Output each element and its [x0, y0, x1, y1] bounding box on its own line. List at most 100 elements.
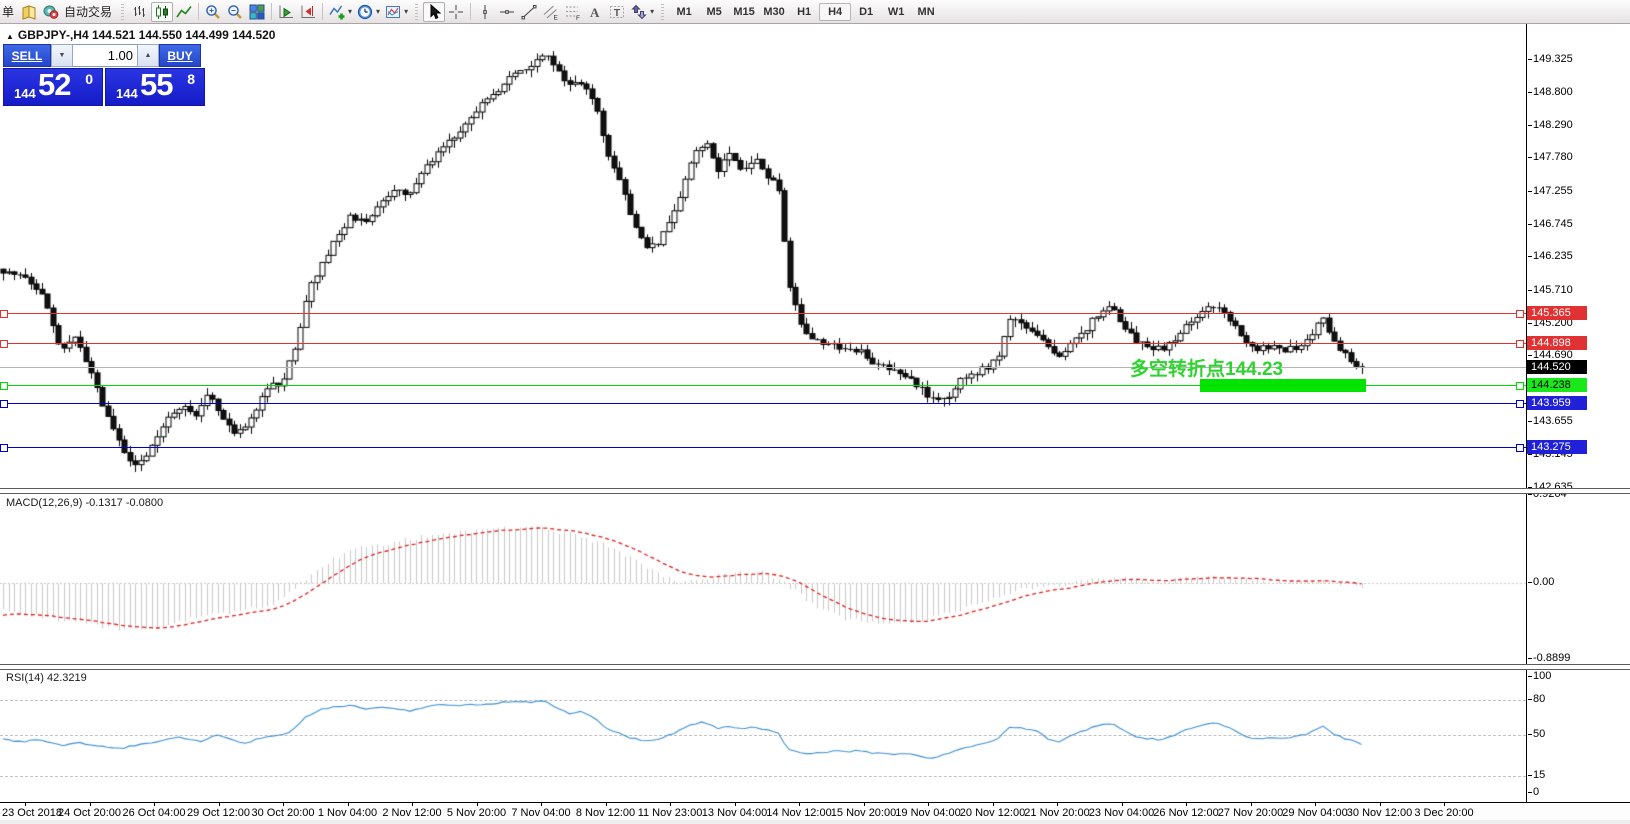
trendline-icon[interactable] [518, 2, 540, 22]
horizontal-line-icon[interactable] [496, 2, 518, 22]
zoom-in-icon[interactable] [202, 2, 224, 22]
time-axis: 23 Oct 201824 Oct 20:0026 Oct 04:0029 Oc… [0, 803, 1630, 824]
chart-shift-icon[interactable] [297, 2, 319, 22]
hline-object-144.898[interactable] [0, 343, 1526, 344]
hline-handle-right[interactable] [1516, 444, 1524, 452]
time-tick [90, 803, 91, 806]
time-label: 30 Nov 12:00 [1347, 807, 1412, 819]
hline-object-144.238[interactable] [0, 385, 1526, 386]
rsi-tick-label: 100 [1533, 670, 1551, 682]
time-label: 19 Nov 04:00 [895, 807, 960, 819]
bar-chart-icon[interactable] [129, 2, 151, 22]
current-price-line-144.520[interactable] [0, 367, 1526, 368]
sell-price-pip: 0 [85, 71, 93, 87]
hline-object-143.275[interactable] [0, 447, 1526, 448]
rsi-tick-label: 80 [1533, 693, 1545, 705]
templates-dropdown-arrow[interactable]: ▾ [404, 7, 408, 16]
hline-handle-right[interactable] [1516, 310, 1524, 318]
turning-point-annotation[interactable]: 多空转折点144.23 [1130, 354, 1283, 381]
channel-icon[interactable]: E [540, 2, 562, 22]
fibonacci-icon[interactable]: F [562, 2, 584, 22]
time-label: 27 Nov 20:00 [1218, 807, 1283, 819]
macd-tick-label: -0.8899 [1533, 652, 1570, 664]
sell-price-display[interactable]: 144 52 0 [3, 68, 103, 106]
sell-button[interactable]: SELL [3, 44, 51, 67]
time-label: 23 Nov 04:00 [1089, 807, 1154, 819]
text-icon[interactable]: A [584, 2, 606, 22]
new-order-truncated-label[interactable]: 单 [2, 3, 14, 20]
svg-text:A: A [590, 4, 600, 19]
volume-input[interactable] [73, 44, 137, 67]
buy-price-big: 55 [140, 67, 172, 103]
timeframe-button-m15[interactable]: M15 [729, 3, 759, 21]
time-label: 8 Nov 12:00 [576, 807, 635, 819]
time-label: 2 Nov 12:00 [382, 807, 441, 819]
vertical-line-icon[interactable] [474, 2, 496, 22]
arrows-dropdown-arrow[interactable]: ▾ [650, 7, 654, 16]
hline-handle-right[interactable] [1516, 400, 1524, 408]
crosshair-icon[interactable] [445, 2, 467, 22]
toolbar-separator [470, 3, 471, 20]
price-chart-canvas[interactable] [0, 0, 1630, 824]
time-label: 26 Oct 04:00 [123, 807, 186, 819]
autotrade-label: 自动交易 [64, 3, 112, 20]
text-label-icon[interactable]: T [606, 2, 628, 22]
price-tag-145.365: 145.365 [1527, 306, 1587, 320]
svg-text:T: T [614, 7, 621, 19]
autotrade-icon [40, 2, 62, 22]
timeframe-button-m30[interactable]: M30 [759, 3, 789, 21]
hline-handle-right[interactable] [1516, 382, 1524, 390]
hline-object-143.959[interactable] [0, 403, 1526, 404]
time-tick [1251, 803, 1252, 806]
hline-handle-left[interactable] [0, 444, 8, 452]
cursor-icon[interactable] [423, 2, 445, 22]
zoom-out-icon[interactable] [224, 2, 246, 22]
price-tick-label: 148.800 [1533, 86, 1573, 98]
toolbar-grip[interactable] [661, 4, 664, 20]
candlestick-chart-icon[interactable] [151, 2, 173, 22]
time-tick [219, 803, 220, 806]
volume-increase-button[interactable]: ▲ [137, 44, 159, 67]
volume-decrease-button[interactable]: ▼ [51, 44, 73, 67]
timeframe-button-m1[interactable]: M1 [669, 3, 699, 21]
timeframe-button-w1[interactable]: W1 [881, 3, 911, 21]
indicators-dropdown-arrow[interactable]: ▾ [348, 7, 352, 16]
symbol-ohlc-label: ▲GBPJPY-,H4 144.521 144.550 144.499 144.… [6, 28, 275, 42]
time-label: 7 Nov 04:00 [511, 807, 570, 819]
timeframe-button-m5[interactable]: M5 [699, 3, 729, 21]
one-click-trading-panel: SELL ▼ ▲ BUY 144 52 0 144 55 8 [3, 44, 205, 106]
timeframe-button-mn[interactable]: MN [911, 3, 941, 21]
hline-handle-left[interactable] [0, 340, 8, 348]
hline-handle-left[interactable] [0, 310, 8, 318]
hline-handle-left[interactable] [0, 382, 8, 390]
macd-pane-splitter[interactable] [0, 488, 1630, 494]
symbol-direction-icon: ▲ [6, 32, 14, 41]
tile-windows-icon[interactable] [246, 2, 268, 22]
buy-price-display[interactable]: 144 55 8 [105, 68, 205, 106]
hline-handle-right[interactable] [1516, 340, 1524, 348]
timeframe-button-h4[interactable]: H4 [819, 3, 851, 21]
indicators-icon[interactable] [326, 2, 348, 22]
timeframe-button-d1[interactable]: D1 [851, 3, 881, 21]
hline-handle-left[interactable] [0, 400, 8, 408]
autotrading-button[interactable]: 自动交易 [40, 2, 116, 22]
toolbar-grip[interactable] [415, 4, 418, 20]
periods-icon[interactable] [354, 2, 376, 22]
time-tick [928, 803, 929, 806]
line-chart-icon[interactable] [173, 2, 195, 22]
rsi-pane-splitter[interactable] [0, 664, 1630, 670]
toolbar-separator [198, 3, 199, 20]
auto-scroll-icon[interactable] [275, 2, 297, 22]
new-order-icon[interactable] [18, 2, 40, 22]
time-tick [412, 803, 413, 806]
time-label: 3 Dec 20:00 [1414, 807, 1473, 819]
timeframe-button-h1[interactable]: H1 [789, 3, 819, 21]
arrows-icon[interactable] [628, 2, 650, 22]
hline-object-145.365[interactable] [0, 313, 1526, 314]
periods-dropdown-arrow[interactable]: ▾ [376, 7, 380, 16]
price-tick-label: 143.655 [1533, 415, 1573, 427]
toolbar-grip[interactable] [121, 4, 124, 20]
buy-button[interactable]: BUY [159, 44, 201, 67]
templates-icon[interactable] [382, 2, 404, 22]
price-tag-143.959: 143.959 [1527, 396, 1587, 410]
